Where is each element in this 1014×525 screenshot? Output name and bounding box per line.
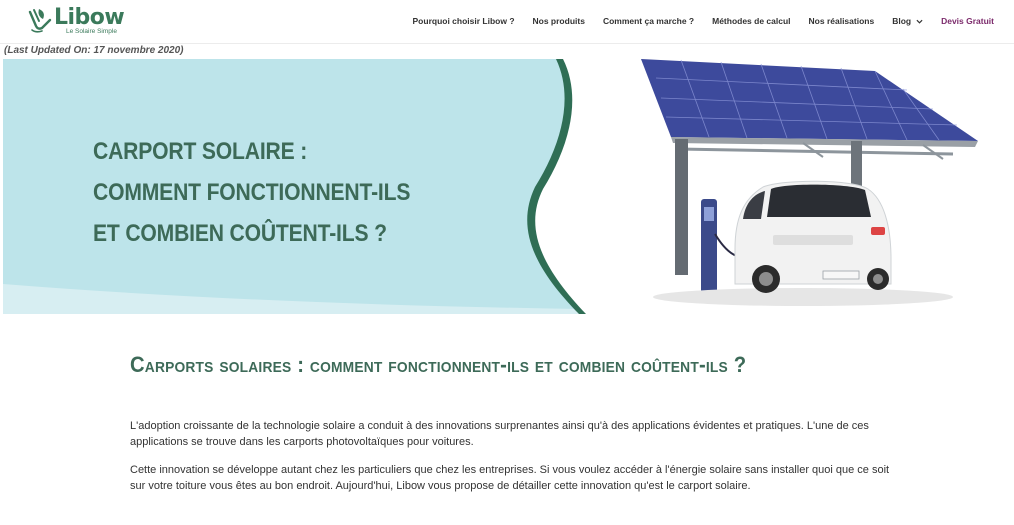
nav-label: Blog — [892, 16, 912, 26]
nav-label: Nos réalisations — [808, 16, 875, 26]
article-paragraph: Cette innovation se développe autant che… — [130, 464, 890, 492]
nav-item-pourquoi[interactable]: Pourquoi choisir Libow ? — [413, 16, 515, 26]
leaf-hand-icon — [28, 9, 52, 33]
article-title: Carports solaires : comment fonctionnent… — [130, 352, 747, 377]
hero-banner: CARPORT SOLAIRE : COMMENT FONCTIONNENT-I… — [3, 59, 1011, 314]
nav-label: Méthodes de calcul — [712, 16, 791, 26]
chevron-down-icon — [916, 19, 923, 24]
brand-name: Libow — [54, 5, 125, 30]
nav-item-produits[interactable]: Nos produits — [533, 16, 585, 26]
nav-item-blog[interactable]: Blog — [892, 16, 923, 26]
nav-label: Pourquoi choisir Libow ? — [412, 16, 515, 26]
hero-title-line: COMMENT FONCTIONNENT-ILS — [93, 179, 411, 206]
brand-tagline: Le Solaire Simple — [66, 28, 117, 35]
brand-logo[interactable]: Libow Le Solaire Simple — [26, 5, 126, 38]
main-nav: Pourquoi choisir Libow ? Nos produits Co… — [395, 16, 994, 26]
hero-title-line: ET COMBIEN COÛTENT-ILS ? — [93, 220, 387, 247]
last-updated: (Last Updated On: 17 novembre 2020) — [4, 45, 184, 56]
article-paragraph: L'adoption croissante de la technologie … — [130, 420, 869, 448]
cta-devis-gratuit[interactable]: Devis Gratuit — [941, 16, 994, 26]
nav-item-comment[interactable]: Comment ça marche ? — [603, 16, 694, 26]
nav-label: Comment ça marche ? — [602, 16, 695, 26]
site-header: Libow Le Solaire Simple Pourquoi choisir… — [0, 0, 1014, 44]
hero-title-line: CARPORT SOLAIRE : — [93, 138, 308, 165]
nav-item-methodes[interactable]: Méthodes de calcul — [712, 16, 790, 26]
hero-title: CARPORT SOLAIRE : COMMENT FONCTIONNENT-I… — [93, 131, 410, 254]
nav-label: Nos produits — [532, 16, 585, 26]
carport-illustration — [641, 59, 978, 306]
nav-item-realisations[interactable]: Nos réalisations — [809, 16, 875, 26]
